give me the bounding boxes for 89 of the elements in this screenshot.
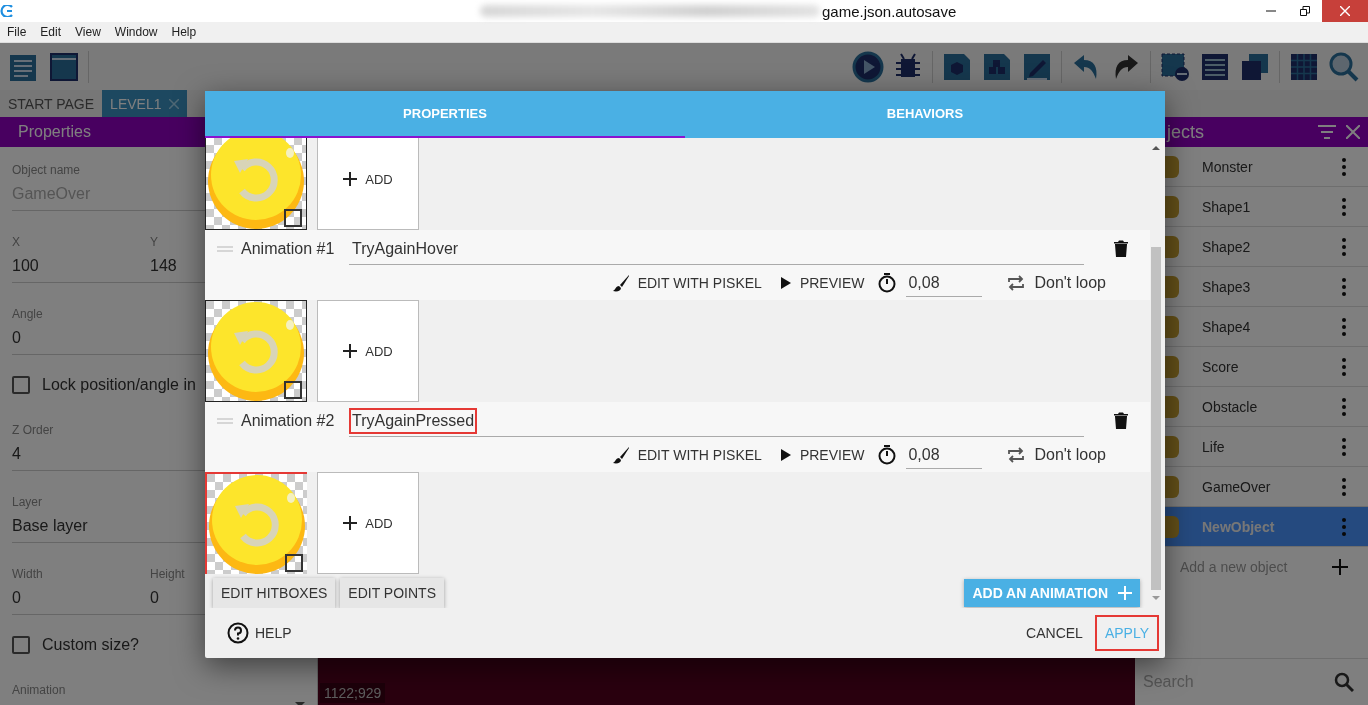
plus-icon [1118, 586, 1132, 600]
delete-icon[interactable] [1114, 240, 1128, 258]
sprite-frame-thumbnail[interactable] [205, 472, 307, 574]
add-frame-button[interactable]: ADD [317, 138, 419, 230]
more-options-icon[interactable] [1342, 317, 1346, 336]
menu-item[interactable]: Window [107, 25, 165, 39]
preview-button[interactable]: PREVIEW [775, 275, 869, 291]
plus-icon[interactable] [1332, 559, 1348, 575]
sprite-frame-thumbnail[interactable] [205, 138, 307, 230]
panel-title: jects [1167, 121, 1205, 143]
more-options-icon[interactable] [1342, 437, 1346, 456]
help-icon [227, 622, 249, 644]
field-label: Height [150, 567, 185, 581]
more-options-icon[interactable] [1342, 197, 1346, 216]
field-label: Width [12, 567, 43, 581]
plus-icon [343, 344, 358, 358]
menu-item[interactable]: Help [164, 25, 204, 39]
loop-button[interactable]: Don't loop [1002, 274, 1110, 292]
checkbox-label: Lock position/angle in [42, 376, 196, 394]
menu-item[interactable]: File [0, 25, 34, 39]
more-options-icon[interactable] [1342, 277, 1346, 296]
edit-with-piskel-button[interactable]: EDIT WITH PISKEL [607, 274, 766, 292]
brush-icon [611, 274, 630, 292]
close-icon [1340, 6, 1350, 16]
drag-handle-icon [217, 246, 233, 252]
loop-button[interactable]: Don't loop [1002, 446, 1110, 464]
help-button[interactable]: HELP [221, 621, 298, 645]
window-icon[interactable] [48, 50, 80, 83]
app-logo-icon [0, 5, 14, 17]
number-field[interactable]: 0 [12, 586, 150, 610]
animation-label: Animation #2 [241, 412, 336, 430]
more-options-icon[interactable] [1342, 357, 1346, 376]
more-options-icon[interactable] [1342, 237, 1346, 256]
checkbox-label: Custom size? [42, 636, 139, 654]
more-options-icon[interactable] [1342, 477, 1346, 496]
repeat-icon [1006, 447, 1027, 463]
selection-remove-icon[interactable] [1159, 50, 1191, 83]
zoom-icon[interactable] [1328, 50, 1360, 83]
dialog-tab[interactable]: BEHAVIORS [685, 91, 1165, 138]
tool-button[interactable]: EDIT HITBOXES [213, 578, 336, 608]
animation-name-field[interactable]: TryAgainPressed [349, 407, 478, 434]
filter-icon[interactable] [1318, 125, 1336, 139]
field-label: Z Order [12, 423, 54, 437]
number-field[interactable]: 100 [12, 254, 150, 278]
sprite-frame-thumbnail[interactable] [205, 300, 307, 402]
animation-name-field[interactable]: TryAgainHover [349, 235, 462, 262]
window-title: game.json.autosave [822, 2, 957, 20]
play-icon [779, 276, 792, 290]
more-options-icon[interactable] [1342, 517, 1346, 536]
close-icon [169, 98, 180, 109]
more-options-icon[interactable] [1342, 157, 1346, 176]
edit-with-piskel-button[interactable]: EDIT WITH PISKEL [607, 446, 766, 464]
menu-item[interactable]: View [68, 25, 108, 39]
more-options-icon[interactable] [1342, 397, 1346, 416]
close-icon[interactable] [1346, 125, 1360, 139]
field-label: Angle [12, 307, 43, 321]
plus-icon [343, 172, 358, 186]
plus-icon [343, 516, 358, 530]
play-icon[interactable] [852, 50, 884, 83]
checkbox[interactable] [12, 376, 30, 394]
duration-field[interactable]: 0,08 [906, 441, 983, 469]
menu-item[interactable]: Edit [33, 25, 69, 39]
repeat-icon [1006, 275, 1027, 291]
field-label: Y [150, 235, 158, 249]
search-icon [1334, 672, 1354, 692]
duration-field[interactable]: 0,08 [906, 269, 983, 297]
scroll-down-icon[interactable] [1151, 594, 1161, 602]
editor-tab[interactable]: LEVEL1 [102, 90, 188, 117]
timer-icon [878, 273, 897, 293]
delete-icon[interactable] [1114, 412, 1128, 430]
field-label: Layer [12, 495, 43, 509]
timer-icon [878, 445, 897, 465]
restore-icon [1300, 6, 1310, 16]
checkbox[interactable] [12, 636, 30, 654]
brush-icon [611, 446, 630, 464]
add-frame-button[interactable]: ADD [317, 300, 419, 402]
scroll-up-icon[interactable] [1151, 144, 1161, 152]
add-animation-button[interactable]: ADD AN ANIMATION [964, 579, 1140, 607]
tool-button[interactable]: EDIT POINTS [340, 578, 444, 608]
cursor-coordinates: 1122;929 [320, 683, 386, 703]
play-icon [779, 448, 792, 462]
field-label: Object name [12, 163, 81, 177]
drag-handle-icon [217, 418, 233, 424]
animation-label: Animation #1 [241, 240, 336, 258]
field-label: Animation [12, 683, 66, 697]
preview-button[interactable]: PREVIEW [775, 447, 869, 463]
add-frame-button[interactable]: ADD [317, 472, 419, 574]
dialog-action-button[interactable]: CANCEL [1018, 617, 1091, 649]
field-label: X [12, 235, 20, 249]
